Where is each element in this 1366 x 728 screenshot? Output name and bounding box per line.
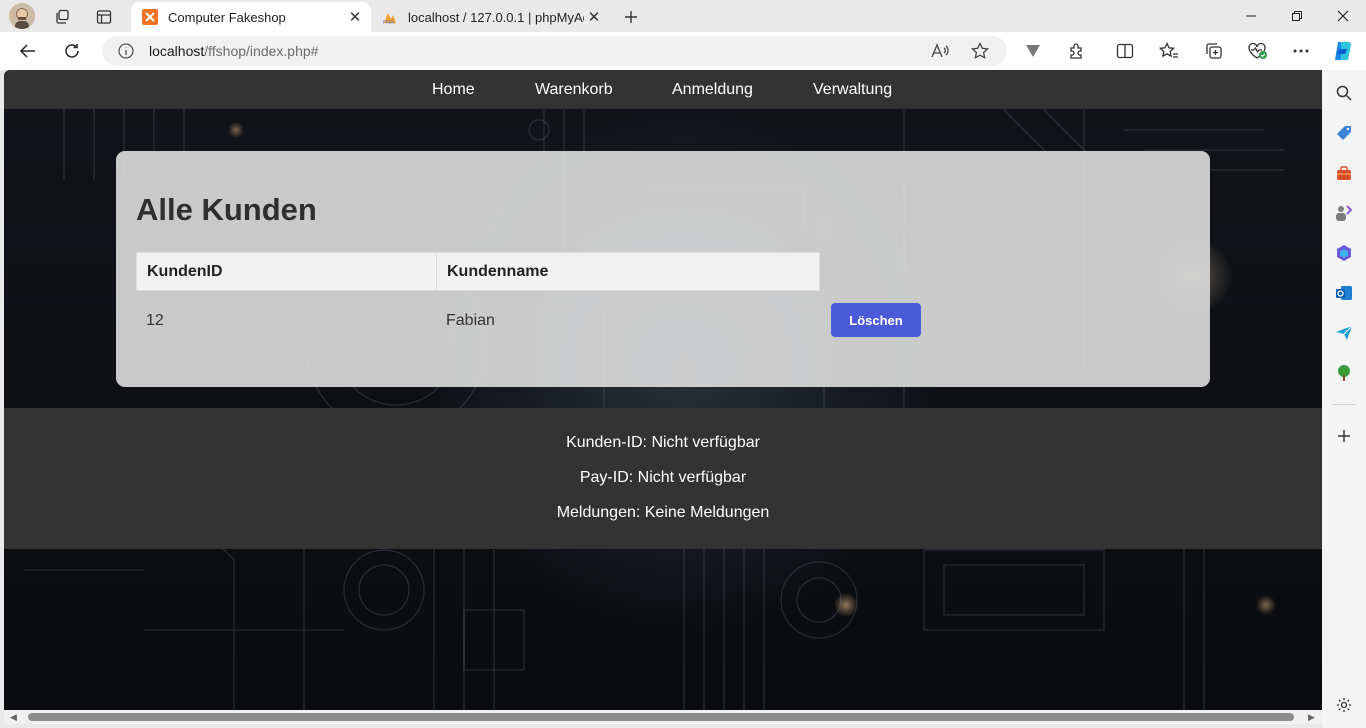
profile-avatar[interactable] [9,3,35,29]
close-window-icon[interactable] [1320,0,1366,32]
puzzle-icon[interactable] [1065,39,1089,63]
sidebar-divider [1332,404,1356,405]
heartbeat-icon[interactable] [1246,39,1270,63]
tab-title: Computer Fakeshop [168,9,286,25]
send-icon[interactable] [1335,324,1353,342]
page-viewport: Home Warenkorb Anmeldung Verwaltung Alle… [4,70,1322,710]
tools-icon[interactable] [1335,164,1353,182]
nav-login-link[interactable]: Anmeldung [672,70,753,109]
url-text[interactable]: localhost/ffshop/index.php# [149,43,318,59]
add-icon[interactable] [1335,427,1353,445]
cell-customer-name: Fabian [446,312,495,329]
nav-cart-link[interactable]: Warenkorb [535,70,613,109]
customers-card: Alle Kunden KundenID Kundenname 12 Fabia… [116,151,1210,387]
new-tab-icon[interactable] [618,4,644,30]
scroll-right-icon[interactable]: ▶ [1308,712,1315,723]
nav-admin-link[interactable]: Verwaltung [813,70,892,109]
tab-bar: Computer Fakeshop ✕ PMA localhost / 127.… [0,0,1366,32]
microsoft-365-icon[interactable] [1335,244,1353,262]
collections-icon[interactable] [1202,39,1226,63]
close-tab-icon[interactable]: ✕ [345,8,365,26]
search-icon[interactable] [1335,84,1353,102]
column-header-customer-name: Kundenname [436,252,820,291]
star-icon[interactable] [969,41,991,61]
tree-icon[interactable] [1335,364,1353,382]
address-bar[interactable]: localhost/ffshop/index.php# [102,36,1007,66]
refresh-icon[interactable] [58,38,86,64]
settings-icon[interactable] [1335,696,1353,714]
column-header-customer-id: KundenID [136,252,437,291]
outlook-icon[interactable] [1335,284,1353,302]
cell-customer-id: 12 [146,312,164,329]
nav-home-link[interactable]: Home [432,70,475,109]
back-icon[interactable] [14,38,42,64]
scroll-left-icon[interactable]: ◀ [10,712,17,723]
workspaces-icon[interactable] [49,4,75,30]
site-info-icon[interactable] [117,42,135,60]
favorites-icon[interactable] [1157,39,1181,63]
url-host: localhost [149,43,205,59]
restore-icon[interactable] [1274,0,1320,32]
customer-id-status: Kunden-ID: Nicht verfügbar [566,434,760,451]
svg-text:PMA: PMA [383,20,394,25]
delete-customer-button[interactable]: Löschen [831,303,921,337]
url-path: /ffshop/index.php# [204,43,319,59]
tab-title: localhost / 127.0.0.1 | phpMyAdmin [408,9,584,25]
read-aloud-icon[interactable] [929,41,951,61]
shopping-tag-icon[interactable] [1335,124,1353,142]
tab-actions-icon[interactable] [91,4,117,30]
edge-sidebar [1322,70,1366,728]
tab-computer-fakeshop[interactable]: Computer Fakeshop ✕ [131,2,371,32]
games-icon[interactable] [1335,204,1353,222]
close-tab-icon[interactable]: ✕ [584,8,604,26]
minimize-icon[interactable] [1228,0,1274,32]
copilot-icon[interactable] [1331,39,1355,63]
more-icon[interactable] [1289,39,1313,63]
status-footer: Kunden-ID: Nicht verfügbar Pay-ID: Nicht… [4,408,1322,549]
site-navbar: Home Warenkorb Anmeldung Verwaltung [4,70,1322,109]
xampp-favicon-icon [142,9,158,25]
scrollbar-thumb[interactable] [28,713,1294,721]
split-screen-icon[interactable] [1113,39,1137,63]
vpn-shield-icon[interactable] [1021,39,1045,63]
address-row: localhost/ffshop/index.php# [0,32,1366,70]
page-title: Alle Kunden [136,192,317,227]
messages-status: Meldungen: Keine Meldungen [556,504,770,521]
pay-id-status: Pay-ID: Nicht verfügbar [579,469,747,486]
horizontal-scrollbar[interactable]: ◀ ▶ [4,710,1322,724]
tab-phpmyadmin[interactable]: PMA localhost / 127.0.0.1 | phpMyAdmin ✕ [371,2,611,32]
phpmyadmin-favicon-icon: PMA [383,13,396,25]
